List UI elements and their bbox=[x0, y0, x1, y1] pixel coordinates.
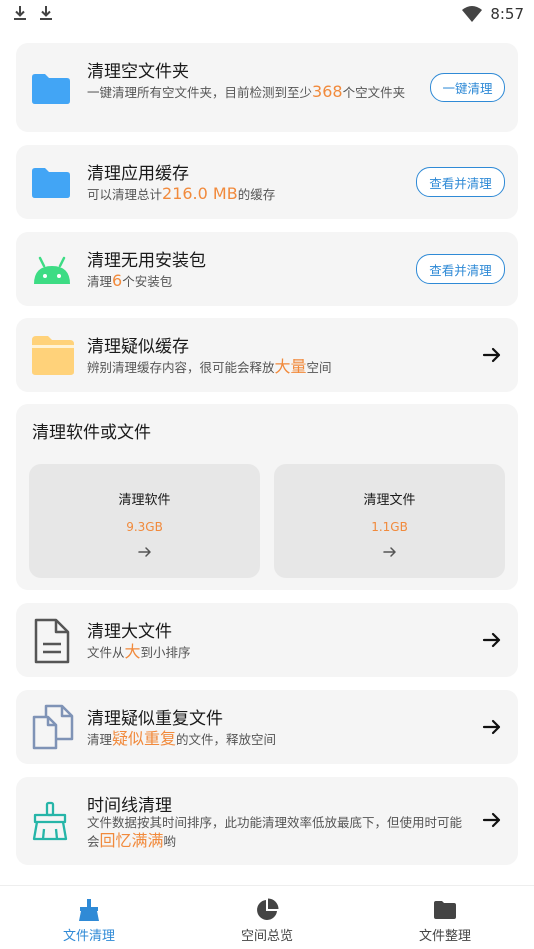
card-desc: 辨别清理缓存内容，很可能会释放大量空间 bbox=[87, 357, 332, 376]
card-title: 清理疑似重复文件 bbox=[87, 709, 223, 729]
document-icon bbox=[34, 618, 70, 664]
section-title: 清理软件或文件 bbox=[32, 423, 151, 443]
one-click-clean-button[interactable]: 一键清理 bbox=[430, 73, 505, 102]
folder-icon bbox=[32, 74, 70, 104]
download-icon bbox=[40, 6, 52, 20]
nav-file-organize[interactable]: 文件整理 bbox=[356, 886, 534, 949]
clean-software-card[interactable]: 清理软件 9.3GB bbox=[29, 464, 260, 578]
card-desc: 文件数据按其时间排序，此功能清理效率低放最底下，但使用时可能会回忆满满哟 bbox=[87, 815, 463, 850]
android-icon bbox=[34, 256, 70, 284]
broom-icon bbox=[32, 801, 68, 841]
sub-card-title: 清理软件 bbox=[118, 493, 171, 508]
sub-card-size: 1.1GB bbox=[371, 520, 408, 534]
card-desc: 清理疑似重复的文件，释放空间 bbox=[87, 729, 277, 748]
duplicate-files-icon bbox=[32, 704, 74, 750]
card-title: 清理无用安装包 bbox=[87, 251, 206, 271]
arrow-right-icon[interactable] bbox=[482, 717, 502, 737]
folder-open-icon bbox=[32, 336, 74, 375]
highlight-size: 216.0 MB bbox=[162, 184, 238, 203]
nav-label: 文件整理 bbox=[418, 929, 471, 944]
pie-chart-icon bbox=[257, 898, 279, 920]
folder-icon bbox=[434, 901, 456, 919]
card-apps-or-files: 清理软件或文件 清理软件 9.3GB 清理文件 1.1GB bbox=[16, 404, 518, 590]
card-large-files[interactable]: 清理大文件 文件从大到小排序 bbox=[16, 603, 518, 677]
nav-label: 文件清理 bbox=[62, 929, 115, 944]
card-desc: 文件从大到小排序 bbox=[87, 642, 191, 661]
view-and-clean-button[interactable]: 查看并清理 bbox=[416, 254, 505, 284]
card-title: 时间线清理 bbox=[87, 796, 172, 816]
clean-files-card[interactable]: 清理文件 1.1GB bbox=[274, 464, 505, 578]
sub-card-title: 清理文件 bbox=[363, 493, 416, 508]
highlight-word: 大 bbox=[124, 642, 141, 661]
card-title: 清理空文件夹 bbox=[87, 62, 189, 82]
card-suspect-cache[interactable]: 清理疑似缓存 辨别清理缓存内容，很可能会释放大量空间 bbox=[16, 318, 518, 392]
status-bar: 8:57 bbox=[0, 0, 534, 30]
download-icon bbox=[14, 6, 26, 20]
highlight-count: 6 bbox=[112, 271, 123, 290]
folder-icon bbox=[32, 168, 70, 198]
arrow-right-icon[interactable] bbox=[482, 810, 502, 830]
card-duplicates[interactable]: 清理疑似重复文件 清理疑似重复的文件，释放空间 bbox=[16, 690, 518, 764]
arrow-right-icon bbox=[137, 547, 151, 557]
nav-file-clean[interactable]: 文件清理 bbox=[0, 886, 178, 949]
card-desc: 清理6个安装包 bbox=[87, 271, 173, 290]
card-timeline[interactable]: 时间线清理 文件数据按其时间排序，此功能清理效率低放最底下，但使用时可能会回忆满… bbox=[16, 777, 518, 865]
card-title: 清理疑似缓存 bbox=[87, 337, 189, 357]
arrow-right-icon bbox=[382, 547, 396, 557]
nav-space-overview[interactable]: 空间总览 bbox=[178, 886, 356, 949]
sub-card-size: 9.3GB bbox=[126, 520, 163, 534]
highlight-amount: 大量 bbox=[274, 357, 307, 376]
arrow-right-icon[interactable] bbox=[482, 630, 502, 650]
card-title: 清理应用缓存 bbox=[87, 164, 189, 184]
bottom-nav: 文件清理 空间总览 文件整理 bbox=[0, 885, 534, 949]
nav-label: 空间总览 bbox=[240, 929, 293, 944]
card-app-cache[interactable]: 清理应用缓存 可以清理总计216.0 MB的缓存 查看并清理 bbox=[16, 145, 518, 219]
wifi-icon bbox=[462, 6, 483, 22]
highlight-word: 回忆满满 bbox=[99, 831, 164, 850]
status-time: 8:57 bbox=[490, 5, 524, 23]
card-title: 清理大文件 bbox=[87, 622, 172, 642]
highlight-count: 368 bbox=[312, 82, 343, 101]
card-desc: 一键清理所有空文件夹，目前检测到至少368个空文件夹 bbox=[87, 82, 406, 101]
arrow-right-icon[interactable] bbox=[482, 345, 502, 365]
card-desc: 可以清理总计216.0 MB的缓存 bbox=[87, 184, 276, 203]
broom-icon bbox=[79, 899, 99, 921]
view-and-clean-button[interactable]: 查看并清理 bbox=[416, 167, 505, 197]
highlight-word: 疑似重复 bbox=[112, 729, 177, 748]
card-empty-folders[interactable]: 清理空文件夹 一键清理所有空文件夹，目前检测到至少368个空文件夹 一键清理 bbox=[16, 43, 518, 132]
card-apk[interactable]: 清理无用安装包 清理6个安装包 查看并清理 bbox=[16, 232, 518, 306]
